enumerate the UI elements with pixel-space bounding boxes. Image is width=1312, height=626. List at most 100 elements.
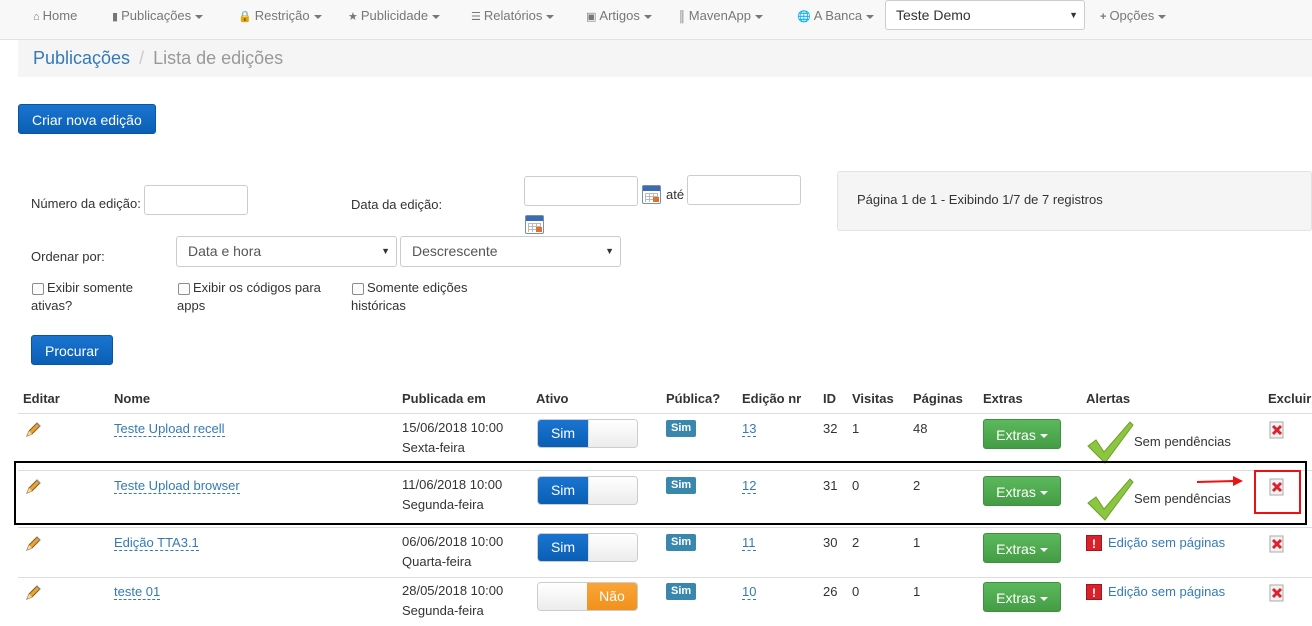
- public-badge: Sim: [666, 477, 697, 494]
- active-toggle[interactable]: Não: [537, 582, 638, 611]
- calendar-icon[interactable]: [525, 215, 544, 234]
- until-label: até: [666, 187, 685, 202]
- order-field-select[interactable]: Data e hora ▼: [176, 236, 397, 267]
- column-header-public: Pública?: [666, 391, 721, 406]
- pages-count: 2: [913, 478, 921, 493]
- delete-icon[interactable]: [1268, 478, 1286, 496]
- edition-number-label: Número da edição:: [31, 196, 141, 211]
- column-header-pages: Páginas: [913, 391, 963, 406]
- column-header-edit: Editar: [23, 391, 60, 406]
- account-select[interactable]: Teste Demo ▼: [885, 0, 1085, 30]
- delete-icon[interactable]: [1268, 584, 1286, 602]
- lock-icon: 🔒: [238, 11, 252, 23]
- nav-a-banca[interactable]: 🌐 A Banca: [797, 0, 875, 32]
- only-active-label: Exibir somente ativas?: [31, 280, 133, 313]
- column-header-delete: Excluir: [1268, 391, 1312, 406]
- caret-down-icon: [1158, 14, 1167, 19]
- caret-down-icon: [1039, 491, 1048, 496]
- public-badge: Sim: [666, 420, 697, 437]
- nav-mavenapp[interactable]: ║ MavenApp: [678, 0, 763, 32]
- active-toggle[interactable]: Sim: [537, 419, 638, 448]
- edition-date-label: Data da edição:: [351, 197, 443, 212]
- breadcrumb-current: Lista de edições: [153, 48, 284, 68]
- pencil-icon[interactable]: [24, 421, 42, 439]
- order-direction-select[interactable]: Descrescente ▼: [400, 236, 621, 267]
- date-to-input[interactable]: [687, 175, 801, 205]
- column-header-id: ID: [823, 391, 836, 406]
- pagination-info: Página 1 de 1 - Exibindo 1/7 de 7 regist…: [837, 171, 1312, 231]
- caret-down-icon: [546, 14, 555, 19]
- edition-number-link[interactable]: 12: [742, 478, 757, 494]
- nav-restricao[interactable]: 🔒 Restrição: [238, 0, 322, 32]
- pencil-icon[interactable]: [24, 584, 42, 602]
- column-header-edition-number: Edição nr: [742, 391, 802, 406]
- alert-status-text: Sem pendências: [1134, 434, 1231, 449]
- public-badge: Sim: [666, 583, 697, 600]
- edition-name-link[interactable]: Teste Upload recell: [114, 421, 225, 437]
- table-divider: [18, 470, 1312, 471]
- barcode-icon: ║: [678, 11, 686, 23]
- pages-count: 1: [913, 535, 921, 550]
- extras-dropdown-button[interactable]: Extras: [983, 476, 1061, 506]
- edition-name-link[interactable]: Teste Upload browser: [114, 478, 240, 494]
- checkmark-icon: [1087, 421, 1134, 464]
- alert-status-text: Sem pendências: [1134, 491, 1231, 506]
- breadcrumb-publicacoes-link[interactable]: Publicações: [33, 48, 130, 68]
- caret-down-icon: [643, 14, 652, 19]
- edition-name-link[interactable]: Edição TTA3.1: [114, 535, 199, 551]
- edition-number-link[interactable]: 13: [742, 421, 757, 437]
- calendar-icon[interactable]: [642, 185, 661, 204]
- active-toggle[interactable]: Sim: [537, 476, 638, 505]
- delete-icon[interactable]: [1268, 535, 1286, 553]
- top-navbar: ⌂ Home ▮ Publicações 🔒 Restrição ★ Publicida…: [0, 0, 1312, 40]
- column-header-alerts: Alertas: [1086, 391, 1131, 406]
- extras-dropdown-button[interactable]: Extras: [983, 419, 1061, 449]
- edition-id: 31: [823, 478, 838, 493]
- public-badge: Sim: [666, 534, 697, 551]
- date-from-input[interactable]: [524, 176, 638, 206]
- edition-number-link[interactable]: 10: [742, 584, 757, 600]
- pencil-icon[interactable]: [24, 478, 42, 496]
- nav-publicacoes[interactable]: ▮ Publicações: [112, 0, 204, 32]
- delete-icon[interactable]: [1268, 421, 1286, 439]
- caret-down-icon: [195, 14, 204, 19]
- pages-count: 1: [913, 584, 921, 599]
- nav-publicidade[interactable]: ★ Publicidade: [348, 0, 441, 32]
- search-button[interactable]: Procurar: [31, 335, 113, 365]
- nav-home[interactable]: ⌂ Home: [33, 0, 77, 32]
- published-date: 28/05/2018 10:00: [402, 583, 504, 598]
- caret-down-icon: [866, 14, 875, 19]
- nav-artigos[interactable]: ▣ Artigos: [586, 0, 652, 32]
- column-header-published: Publicada em: [402, 391, 486, 406]
- book-icon: ▣: [586, 11, 597, 23]
- table-divider: [18, 577, 1312, 578]
- caret-down-icon: [754, 14, 763, 19]
- edition-name-link[interactable]: teste 01: [114, 584, 161, 600]
- caret-down-icon: [432, 14, 441, 19]
- visits-count: 0: [852, 584, 860, 599]
- table-divider: [18, 527, 1312, 528]
- column-header-extras: Extras: [983, 391, 1023, 406]
- published-weekday: Quarta-feira: [402, 554, 472, 569]
- select-arrow-icon: ▼: [605, 246, 614, 256]
- alert-link[interactable]: Edição sem páginas: [1108, 584, 1225, 599]
- published-weekday: Sexta-feira: [402, 440, 465, 455]
- edition-number-input[interactable]: [144, 185, 248, 215]
- extras-dropdown-button[interactable]: Extras: [983, 533, 1061, 563]
- warning-icon: !: [1086, 535, 1102, 551]
- create-edition-button[interactable]: Criar nova edição: [18, 104, 156, 134]
- active-toggle[interactable]: Sim: [537, 533, 638, 562]
- caret-down-icon: [1039, 434, 1048, 439]
- select-arrow-icon: ▼: [1069, 10, 1078, 20]
- extras-dropdown-button[interactable]: Extras: [983, 582, 1061, 612]
- published-date: 15/06/2018 10:00: [402, 420, 504, 435]
- checkmark-icon: [1087, 478, 1134, 521]
- alert-link[interactable]: Edição sem páginas: [1108, 535, 1225, 550]
- select-arrow-icon: ▼: [381, 246, 390, 256]
- pencil-icon[interactable]: [24, 535, 42, 553]
- nav-opcoes[interactable]: + Opções: [1100, 0, 1167, 32]
- caret-down-icon: [1039, 597, 1048, 602]
- nav-relatorios[interactable]: ☰ Relatórios: [471, 0, 555, 32]
- home-icon: ⌂: [33, 11, 40, 23]
- edition-number-link[interactable]: 11: [742, 535, 756, 551]
